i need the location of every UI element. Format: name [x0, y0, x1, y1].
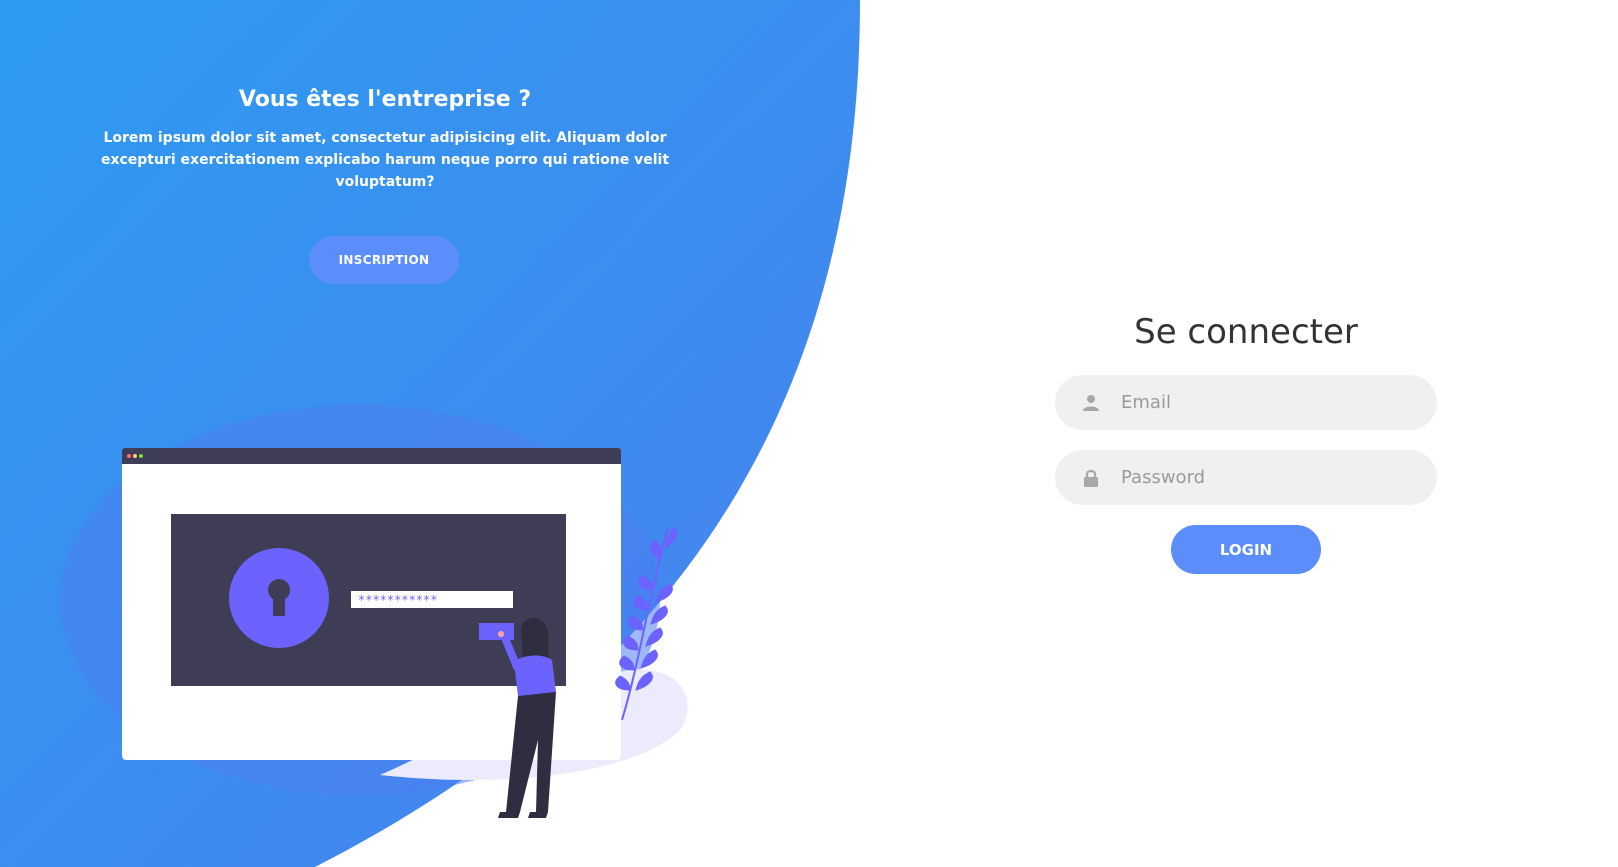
promo-description: Lorem ipsum dolor sit amet, consectetur …	[100, 130, 670, 190]
email-input[interactable]	[1119, 381, 1413, 424]
login-page: Vous êtes l'entreprise ? Lorem ipsum dol…	[0, 0, 1618, 867]
login-form: Se connecter LOGIN	[1055, 305, 1437, 574]
promo-title: Vous êtes l'entreprise ?	[238, 87, 532, 112]
user-icon	[1081, 393, 1101, 413]
login-title: Se connecter	[1134, 312, 1358, 352]
lock-icon	[1081, 468, 1101, 488]
inscription-button[interactable]: INSCRIPTION	[309, 236, 459, 284]
password-input[interactable]	[1119, 456, 1413, 499]
promo-section: Vous êtes l'entreprise ? Lorem ipsum dol…	[95, 80, 675, 193]
password-field-wrapper[interactable]	[1055, 450, 1437, 505]
email-field-wrapper[interactable]	[1055, 375, 1437, 430]
login-button[interactable]: LOGIN	[1171, 525, 1321, 574]
